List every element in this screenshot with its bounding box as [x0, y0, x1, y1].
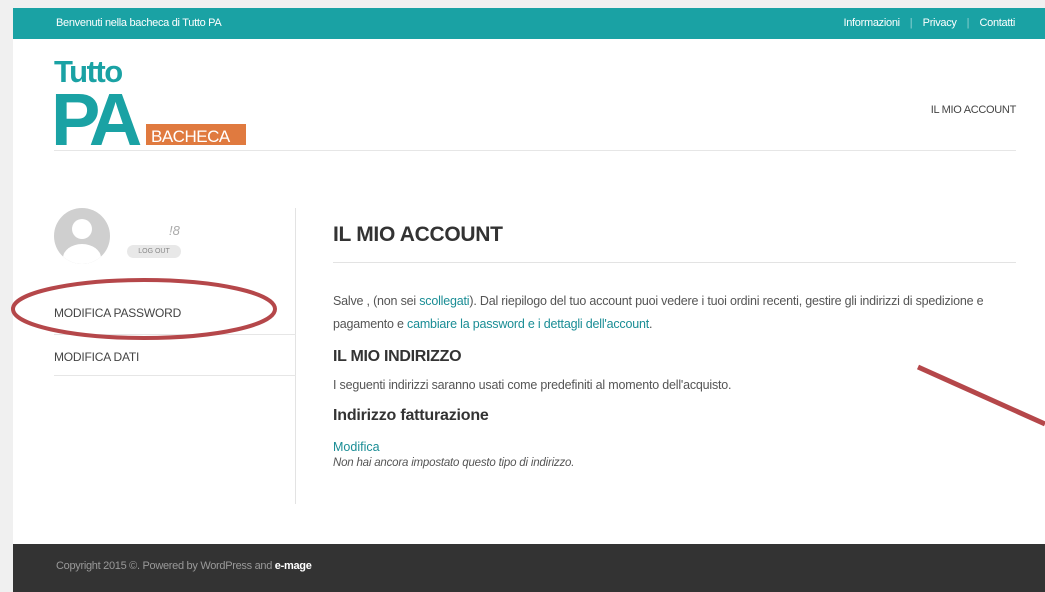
logo-pa-text: PA: [54, 78, 141, 145]
billing-heading: Indirizzo fatturazione: [333, 407, 489, 424]
separator: |: [966, 17, 970, 29]
logout-link[interactable]: scollegati: [419, 294, 469, 308]
username: !8: [169, 223, 180, 238]
privacy-link[interactable]: Privacy: [923, 17, 957, 29]
avatar: [54, 208, 110, 264]
welcome-text: Benvenuti nella bacheca di Tutto PA: [56, 17, 222, 29]
no-address-note: Non hai ancora impostato questo tipo di …: [333, 457, 575, 469]
logout-button[interactable]: LOG OUT: [127, 245, 181, 258]
top-links: Informazioni | Privacy | Contatti: [843, 17, 1015, 29]
account-sidebar: !8 LOG OUT MODIFICA PASSWORD MODIFICA DA…: [54, 208, 296, 504]
info-link[interactable]: Informazioni: [843, 17, 900, 29]
account-details-link[interactable]: cambiare la password e i dettagli dell'a…: [407, 317, 649, 331]
site-footer: Copyright 2015 ©. Powered by WordPress a…: [13, 544, 1045, 592]
separator: |: [909, 17, 913, 29]
sidebar-item-edit-data[interactable]: MODIFICA DATI: [54, 338, 296, 376]
intro-text: .: [648, 317, 653, 331]
edit-billing-link[interactable]: Modifica: [333, 440, 380, 454]
intro-text: Salve , (non sei: [333, 294, 420, 308]
logo-bacheca-text: BACHECA: [151, 127, 231, 145]
contacts-link[interactable]: Contatti: [979, 17, 1015, 29]
main-content: IL MIO ACCOUNT Salve , (non sei scollega…: [333, 223, 1016, 469]
site-header: Tutto PA BACHECA IL MIO ACCOUNT: [54, 48, 1016, 151]
user-silhouette-icon: [63, 219, 101, 264]
page-title: IL MIO ACCOUNT: [333, 223, 1016, 263]
sidebar-item-change-password[interactable]: MODIFICA PASSWORD: [54, 297, 296, 335]
tuttopa-logo[interactable]: Tutto PA BACHECA: [54, 55, 249, 145]
nav-my-account[interactable]: IL MIO ACCOUNT: [931, 104, 1017, 116]
address-heading: IL MIO INDIRIZZO: [333, 348, 462, 365]
intro-paragraph: Salve , (non sei scollegati). Dal riepil…: [333, 290, 1016, 336]
copyright-label: Copyright 2015 ©. Powered by WordPress a…: [56, 560, 275, 572]
page-frame: Benvenuti nella bacheca di Tutto PA Info…: [13, 8, 1045, 592]
address-description: I seguenti indirizzi saranno usati come …: [333, 378, 732, 392]
brand-link[interactable]: e-mage: [275, 560, 312, 572]
copyright-text: Copyright 2015 ©. Powered by WordPress a…: [56, 560, 312, 572]
top-bar: Benvenuti nella bacheca di Tutto PA Info…: [13, 8, 1045, 39]
